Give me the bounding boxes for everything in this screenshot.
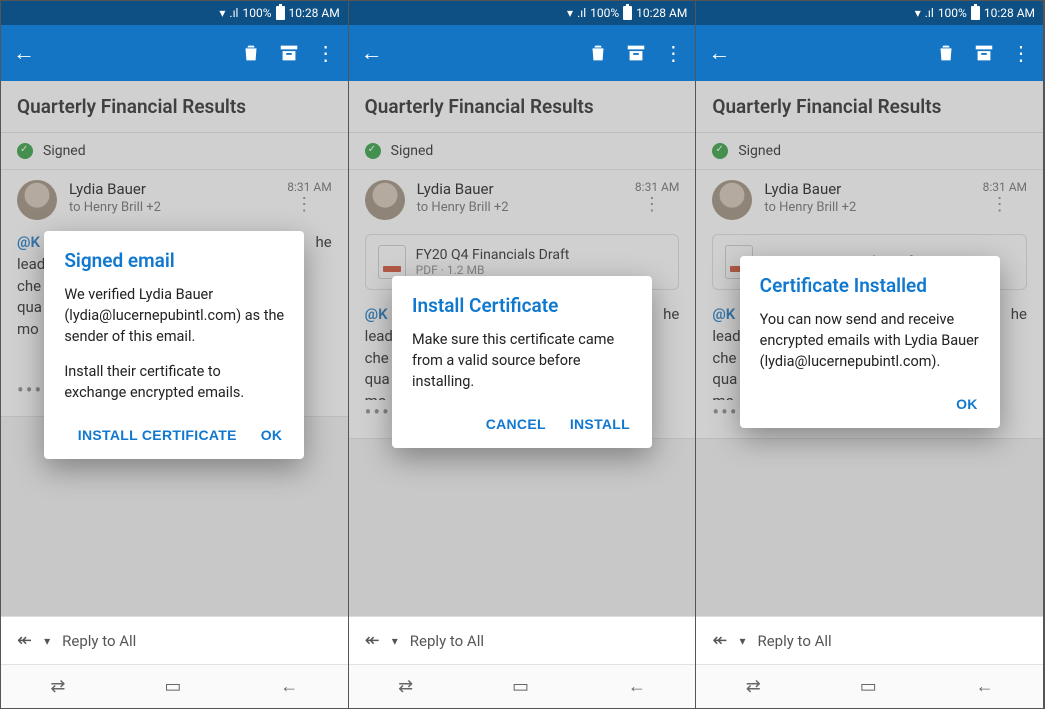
reply-all-icon[interactable]: ↞ [365,630,380,651]
battery-icon [276,6,285,20]
dialog-body: We verified Lydia Bauer (lydia@lucernepu… [64,284,284,403]
nav-back-icon[interactable]: ← [976,676,994,697]
app-bar: ← ⋮ [1,25,348,81]
cancel-button[interactable]: CANCEL [484,410,548,438]
nav-home-icon[interactable]: ▭ [860,676,877,697]
overflow-icon[interactable]: ⋮ [663,41,683,65]
wifi-icon: ▾ [219,6,225,20]
reply-all-icon[interactable]: ↞ [17,630,32,651]
archive-icon[interactable] [278,42,300,64]
nav-recents-icon[interactable]: ⇄ [50,676,65,697]
android-navbar: ⇄ ▭ ← [1,664,348,708]
signal-icon: .ıl [577,6,586,20]
trash-icon[interactable] [935,42,957,64]
nav-recents-icon[interactable]: ⇄ [746,676,761,697]
overflow-icon[interactable]: ⋮ [1011,41,1031,65]
battery-percent: 100% [242,6,271,20]
reply-label: Reply to All [410,632,484,650]
reply-bar[interactable]: ↞ ▾ Reply to All [1,616,348,664]
signal-icon: .ıl [925,6,934,20]
reply-dropdown-icon[interactable]: ▾ [44,634,50,648]
dialog-signed-email: Signed email We verified Lydia Bauer (ly… [44,231,304,459]
nav-home-icon[interactable]: ▭ [512,676,529,697]
nav-back-icon[interactable]: ← [628,676,646,697]
dialog-body: Make sure this certificate came from a v… [412,329,632,392]
trash-icon[interactable] [587,42,609,64]
reply-all-icon[interactable]: ↞ [712,630,727,651]
reply-dropdown-icon[interactable]: ▾ [739,634,745,648]
status-bar: ▾ .ıl 100% 10:28 AM [1,1,348,25]
phone-screen-3: ▾ .ıl 100% 10:28 AM ← ⋮ Quarterly Financ… [696,1,1044,708]
trash-icon[interactable] [240,42,262,64]
nav-home-icon[interactable]: ▭ [164,676,181,697]
battery-percent: 100% [938,6,967,20]
reply-bar[interactable]: ↞ ▾ Reply to All [696,616,1043,664]
archive-icon[interactable] [625,42,647,64]
status-bar: ▾ .ıl 100% 10:28 AM [696,1,1043,25]
reply-label: Reply to All [757,632,831,650]
dialog-title: Install Certificate [412,294,632,317]
install-button[interactable]: INSTALL [568,410,632,438]
install-certificate-button[interactable]: INSTALL CERTIFICATE [76,421,239,449]
status-time: 10:28 AM [984,6,1035,20]
reply-label: Reply to All [62,632,136,650]
nav-back-icon[interactable]: ← [280,676,298,697]
wifi-icon: ▾ [915,6,921,20]
signal-icon: .ıl [229,6,238,20]
phone-screen-1: ▾ .ıl 100% 10:28 AM ← ⋮ Quarterly Financ… [1,1,349,708]
email-content: Quarterly Financial Results Signed Lydia… [696,81,1043,616]
email-content: Quarterly Financial Results Signed Lydia… [1,81,348,616]
battery-percent: 100% [590,6,619,20]
dialog-install-certificate: Install Certificate Make sure this certi… [392,276,652,448]
ok-button[interactable]: OK [954,390,980,418]
wifi-icon: ▾ [567,6,573,20]
reply-dropdown-icon[interactable]: ▾ [392,634,398,648]
email-content: Quarterly Financial Results Signed Lydia… [349,81,696,616]
nav-recents-icon[interactable]: ⇄ [398,676,413,697]
app-bar: ← ⋮ [349,25,696,81]
back-icon[interactable]: ← [13,40,35,66]
status-bar: ▾ .ıl 100% 10:28 AM [349,1,696,25]
status-time: 10:28 AM [289,6,340,20]
battery-icon [971,6,980,20]
app-bar: ← ⋮ [696,25,1043,81]
dialog-title: Certificate Installed [760,274,980,297]
ok-button[interactable]: OK [259,421,285,449]
reply-bar[interactable]: ↞ ▾ Reply to All [349,616,696,664]
android-navbar: ⇄ ▭ ← [349,664,696,708]
back-icon[interactable]: ← [361,40,383,66]
status-time: 10:28 AM [636,6,687,20]
back-icon[interactable]: ← [708,40,730,66]
overflow-icon[interactable]: ⋮ [316,41,336,65]
dialog-certificate-installed: Certificate Installed You can now send a… [740,256,1000,428]
battery-icon [623,6,632,20]
dialog-body: You can now send and receive encrypted e… [760,309,980,372]
dialog-title: Signed email [64,249,284,272]
phone-screen-2: ▾ .ıl 100% 10:28 AM ← ⋮ Quarterly Financ… [349,1,697,708]
android-navbar: ⇄ ▭ ← [696,664,1043,708]
archive-icon[interactable] [973,42,995,64]
